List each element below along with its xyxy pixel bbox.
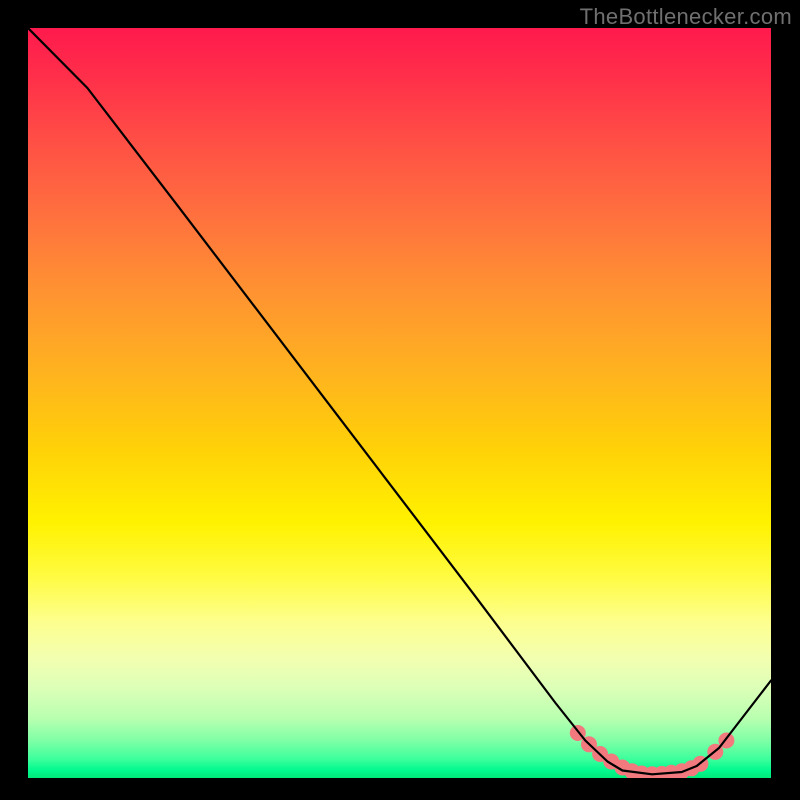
attribution-label: TheBottlenecker.com [580, 4, 792, 30]
curve-overlay [28, 28, 771, 778]
marker-layer [570, 725, 735, 778]
bottleneck-curve [28, 28, 771, 774]
chart-container: TheBottlenecker.com [0, 0, 800, 800]
